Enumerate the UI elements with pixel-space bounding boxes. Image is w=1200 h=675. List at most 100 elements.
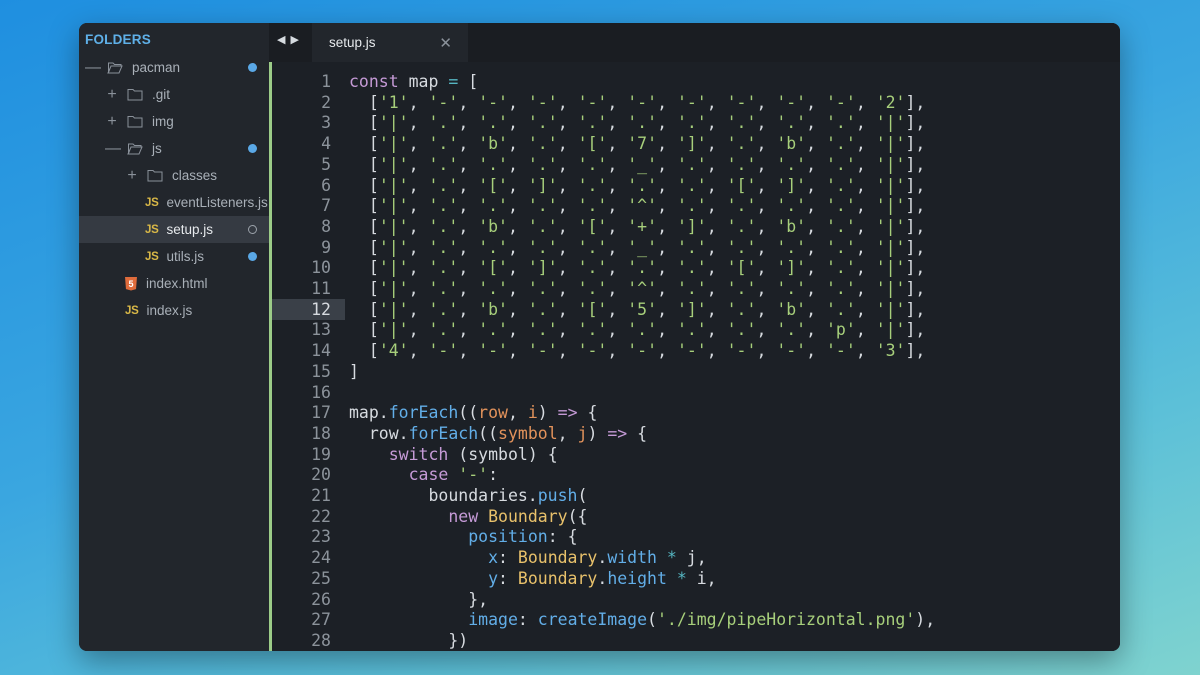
code-line[interactable]: 10 ['|', '.', '[', ']', '.', '.', '.', '…	[269, 257, 1120, 278]
code-token: ,	[458, 279, 479, 298]
modified-dot-icon	[248, 252, 257, 261]
code-line[interactable]: 19 switch (symbol) {	[269, 444, 1120, 465]
code-line[interactable]: 20 case '-':	[269, 464, 1120, 485]
code-line[interactable]: 9 ['|', '.', '.', '.', '.', '_', '.', '.…	[269, 237, 1120, 258]
code-token: ,	[408, 299, 429, 319]
code-editor[interactable]: 1 const map = [2 ['1', '-', '-', '-', '-'…	[269, 62, 1120, 651]
code-token: '.'	[726, 154, 757, 174]
code-line[interactable]: 16	[269, 382, 1120, 403]
code-token: ,	[756, 216, 777, 236]
code-line[interactable]: 27 image: createImage('./img/pipeHorizon…	[269, 609, 1120, 630]
tree-item-js[interactable]: — js	[79, 135, 269, 162]
code-token: '7'	[627, 134, 658, 154]
code-token: '.'	[826, 154, 856, 174]
code-token: '.'	[478, 237, 508, 257]
code-token: boundaries.	[349, 486, 538, 505]
tree-item-pacman[interactable]: — pacman	[79, 54, 269, 81]
code-text: },	[349, 589, 488, 610]
code-line[interactable]: 24 x: Boundary.width * j,	[269, 547, 1120, 568]
tab-nav-arrows[interactable]: ◀ ▶	[277, 33, 300, 46]
code-token: '-'	[527, 341, 558, 361]
code-token: ,	[706, 258, 727, 278]
code-token: Boundary	[488, 506, 568, 526]
code-token: '['	[478, 258, 508, 278]
line-number: 5	[321, 154, 331, 174]
code-line[interactable]: 18 row.forEach((symbol, j) => {	[269, 423, 1120, 444]
code-token: '.'	[527, 279, 558, 298]
code-line[interactable]: 15]	[269, 361, 1120, 382]
code-token: ,	[706, 196, 727, 216]
collapse-icon[interactable]: —	[85, 59, 101, 76]
code-token: {	[627, 423, 648, 443]
code-line[interactable]: 2 ['1', '-', '-', '-', '-', '-', '-', '-…	[269, 92, 1120, 113]
code-line[interactable]: 14 ['4', '-', '-', '-', '-', '-', '-', '…	[269, 340, 1120, 361]
code-line[interactable]: 7 ['|', '.', '.', '.', '.', '^', '.', '.…	[269, 195, 1120, 216]
code-token: ,	[806, 175, 826, 195]
open-file-ring-icon	[248, 225, 257, 234]
code-token: '['	[577, 134, 608, 154]
code-token: ,	[408, 113, 429, 133]
code-token: :	[498, 548, 518, 568]
tree-item-label: setup.js	[166, 222, 213, 237]
code-token: '4'	[378, 341, 409, 361]
code-line[interactable]: 13 ['|', '.', '.', '.', '.', '.', '.', '…	[269, 319, 1120, 340]
code-token: ,	[458, 258, 479, 278]
tree-item-setup-js[interactable]: JS setup.js	[79, 216, 269, 243]
js-file-icon: JS	[125, 304, 139, 317]
code-token: i,	[686, 568, 717, 588]
code-line[interactable]: 23 position: {	[269, 526, 1120, 547]
code-token: ,	[607, 320, 628, 340]
code-line[interactable]: 1 const map = [	[269, 71, 1120, 92]
tab-setup-js[interactable]: setup.js ✕	[312, 23, 468, 62]
folder-icon	[127, 88, 143, 101]
code-line[interactable]: 5 ['|', '.', '.', '.', '.', '_', '.', '.…	[269, 154, 1120, 175]
tree-item-index-html[interactable]: 5 index.html	[79, 270, 269, 297]
code-token: ,	[408, 175, 429, 195]
tree-item-index-js[interactable]: JS index.js	[79, 297, 269, 324]
code-token: '.'	[826, 113, 856, 133]
code-line[interactable]: 4 ['|', '.', 'b', '.', '[', '7', ']', '.…	[269, 133, 1120, 154]
code-token: [	[349, 237, 379, 257]
code-line[interactable]: 17 map.forEach((row, i) => {	[269, 402, 1120, 423]
tree-item-img[interactable]: + img	[79, 108, 269, 135]
code-line[interactable]: 26 },	[269, 589, 1120, 610]
code-token: [	[458, 72, 479, 91]
code-line[interactable]: 6 ['|', '.', '[', ']', '.', '.', '.', '[…	[269, 175, 1120, 196]
code-token: '2'	[875, 92, 906, 112]
code-line[interactable]: 11 ['|', '.', '.', '.', '.', '^', '.', '…	[269, 278, 1120, 299]
code-token: ]	[349, 361, 359, 381]
code-token: '1'	[378, 92, 409, 112]
code-line[interactable]: 3 ['|', '.', '.', '.', '.', '.', '.', '.…	[269, 112, 1120, 133]
expand-icon[interactable]: +	[105, 113, 119, 130]
tree-item-eventlisteners-js[interactable]: JS eventListeners.js	[79, 189, 269, 216]
code-line[interactable]: 12 ['|', '.', 'b', '.', '[', '5', ']', '…	[269, 299, 1120, 320]
code-token: ,	[657, 299, 677, 319]
code-token: ,	[408, 134, 429, 154]
code-token: '.'	[428, 216, 459, 236]
code-token: '|'	[378, 258, 409, 278]
code-token: ,	[806, 113, 826, 133]
code-token: ,	[508, 92, 528, 112]
code-line[interactable]: 8 ['|', '.', 'b', '.', '[', '+', ']', '.…	[269, 216, 1120, 237]
code-line[interactable]: 28 })	[269, 630, 1120, 651]
code-token: ],	[905, 299, 926, 319]
tree-item-label: eventListeners.js	[166, 195, 268, 210]
tree-item-classes[interactable]: + classes	[79, 162, 269, 189]
close-icon[interactable]: ✕	[439, 34, 452, 52]
expand-icon[interactable]: +	[105, 86, 119, 103]
collapse-icon[interactable]: —	[105, 140, 121, 157]
code-line[interactable]: 25 y: Boundary.height * i,	[269, 568, 1120, 589]
code-text: row.forEach((symbol, j) => {	[349, 423, 647, 444]
tree-item-utils-js[interactable]: JS utils.js	[79, 243, 269, 270]
code-token: image	[468, 610, 518, 630]
tree-item-label: classes	[172, 168, 218, 183]
code-line[interactable]: 21 boundaries.push(	[269, 485, 1120, 506]
code-token: width	[607, 548, 657, 568]
tree-item--git[interactable]: + .git	[79, 81, 269, 108]
code-token: '.'	[428, 154, 459, 174]
code-token: '.'	[676, 279, 707, 298]
expand-icon[interactable]: +	[125, 167, 139, 184]
code-token: ,	[508, 154, 528, 174]
code-line[interactable]: 22 new Boundary({	[269, 506, 1120, 527]
